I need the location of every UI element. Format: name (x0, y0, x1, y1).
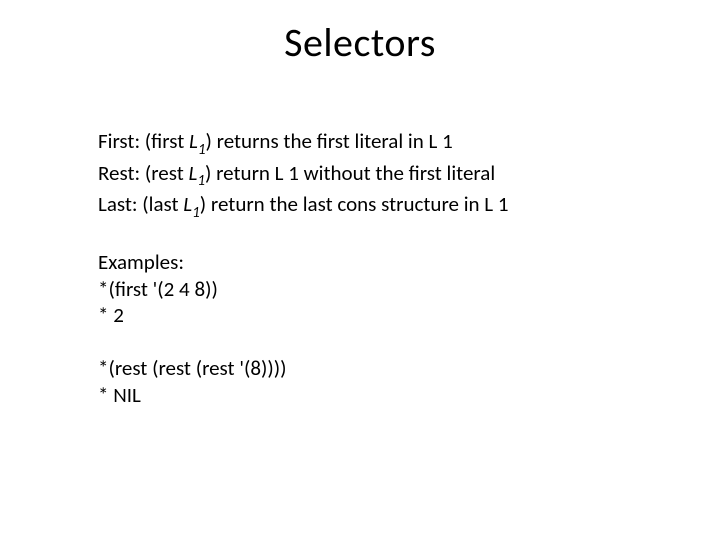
def-first-label: First: (first (98, 128, 189, 154)
def-last-symbol: L (183, 191, 192, 217)
def-first-subscript: 1 (198, 141, 206, 159)
def-rest-subscript: 1 (197, 172, 205, 190)
slide: Selectors First: (first L1) returns the … (0, 0, 720, 540)
def-first-symbol: L (189, 128, 198, 154)
definition-rest: Rest: (rest L1) return L 1 without the f… (98, 160, 638, 192)
slide-body: First: (first L1) returns the first lite… (98, 128, 638, 409)
examples-block-1: Examples: *(first '(2 4 8)) * 2 (98, 249, 638, 330)
def-last-subscript: 1 (192, 204, 200, 222)
def-rest-symbol: L (188, 160, 197, 186)
example-1-input: *(first '(2 4 8)) (98, 276, 638, 303)
slide-title: Selectors (0, 18, 720, 67)
def-last-tail: ) return the last cons structure in L 1 (200, 191, 509, 217)
examples-heading: Examples: (98, 249, 638, 276)
definition-first: First: (first L1) returns the first lite… (98, 128, 638, 160)
examples-block-2: *(rest (rest (rest '(8)))) * NIL (98, 355, 638, 409)
def-rest-tail: ) return L 1 without the first literal (205, 160, 495, 186)
definition-last: Last: (last L1) return the last cons str… (98, 191, 638, 223)
definitions-block: First: (first L1) returns the first lite… (98, 128, 638, 223)
example-1-output: * 2 (98, 302, 638, 329)
def-rest-label: Rest: (rest (98, 160, 188, 186)
def-first-tail: ) returns the first literal in L 1 (206, 128, 453, 154)
example-2-output: * NIL (98, 382, 638, 409)
def-last-label: Last: (last (98, 191, 183, 217)
example-2-input: *(rest (rest (rest '(8)))) (98, 355, 638, 382)
